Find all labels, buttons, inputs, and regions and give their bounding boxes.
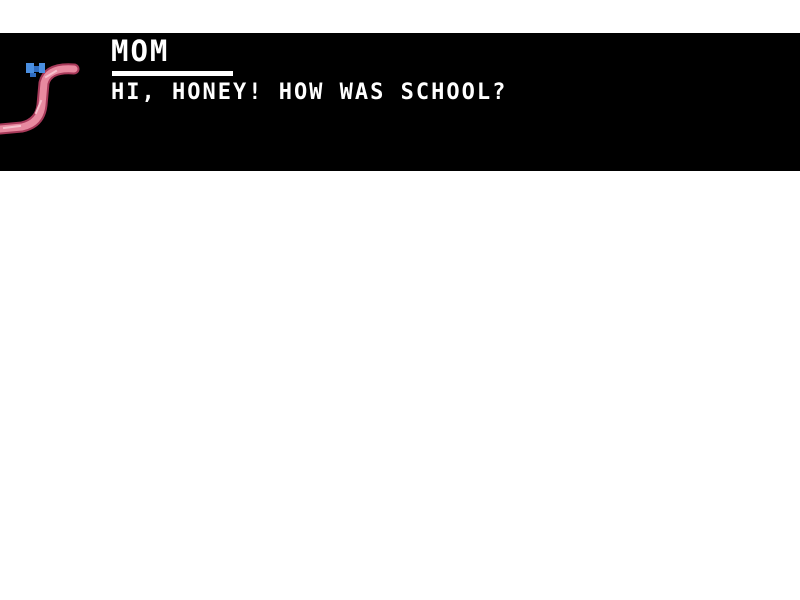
game-screen: MOM HI, HONEY! HOW WAS SCHOOL? [0,0,800,600]
speaker-name-underline [112,71,233,76]
worm-mom-portrait-icon [0,63,80,135]
speaker-name: MOM [111,34,170,68]
dialog-box[interactable]: MOM HI, HONEY! HOW WAS SCHOOL? [0,33,800,171]
dialog-text: HI, HONEY! HOW WAS SCHOOL? [111,80,508,105]
